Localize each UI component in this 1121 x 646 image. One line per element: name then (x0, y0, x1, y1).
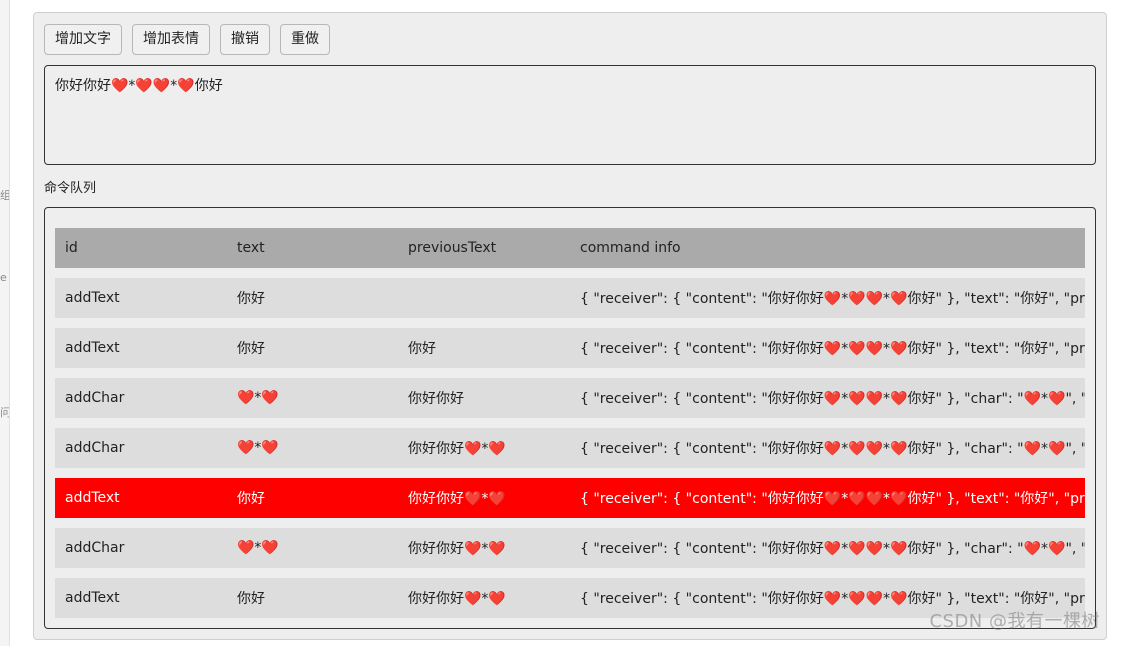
cell-text: 你好 (237, 341, 265, 357)
column-header-text: text (237, 240, 265, 256)
cell-command-info: { "receiver": { "content": "你好你好❤️*❤️❤️*… (580, 341, 1085, 357)
add-emoji-button[interactable]: 增加表情 (132, 24, 210, 55)
left-edge-strip: 组 e 问 (0, 0, 10, 646)
cell-command-info: { "receiver": { "content": "你好你好❤️*❤️❤️*… (580, 541, 1085, 557)
cell-text: 你好 (237, 491, 265, 507)
toolbar: 增加文字 增加表情 撤销 重做 (44, 24, 340, 55)
cell-previous-text: 你好你好❤️*❤️ (408, 441, 506, 457)
cell-text: ❤️*❤️ (237, 540, 279, 556)
content-editor[interactable]: 你好你好❤️*❤️❤️*❤️你好 (44, 65, 1096, 165)
cell-id: addText (65, 490, 120, 506)
table-row[interactable]: addText 你好 { "receiver": { "content": "你好你… (55, 278, 1085, 318)
cell-id: addChar (65, 390, 125, 406)
edge-glyph: 组 (0, 190, 9, 202)
command-queue-label: 命令队列 (44, 181, 97, 196)
watermark: CSDN @我有一棵树 (929, 611, 1100, 632)
cell-id: addText (65, 290, 120, 306)
cell-command-info: { "receiver": { "content": "你好你好❤️*❤️❤️*… (580, 491, 1085, 507)
redo-button[interactable]: 重做 (280, 24, 330, 55)
column-header-previous-text: previousText (408, 240, 497, 256)
cell-id: addText (65, 340, 120, 356)
cell-text: ❤️*❤️ (237, 440, 279, 456)
cell-previous-text: 你好你好 (408, 391, 464, 407)
cell-previous-text: 你好你好❤️*❤️ (408, 491, 506, 507)
column-header-id: id (65, 240, 78, 256)
edge-glyph: e (0, 272, 7, 284)
table-row[interactable]: addChar ❤️*❤️ 你好你好 { "receiver": { "content… (55, 378, 1085, 418)
command-demo-panel: 增加文字 增加表情 撤销 重做 你好你好❤️*❤️❤️*❤️你好 命令队列 id… (33, 12, 1107, 640)
table-row[interactable]: addChar ❤️*❤️ 你好你好❤️*❤️ { "receiver": { "co… (55, 428, 1085, 468)
add-text-button[interactable]: 增加文字 (44, 24, 122, 55)
cell-id: addText (65, 590, 120, 606)
command-queue-table[interactable]: id text previousText command info addTex… (44, 207, 1096, 629)
cell-command-info: { "receiver": { "content": "你好你好❤️*❤️❤️*… (580, 291, 1085, 307)
cell-previous-text: 你好你好❤️*❤️ (408, 591, 506, 607)
table-row-selected[interactable]: addText 你好 你好你好❤️*❤️ { "receiver": { "conte… (55, 478, 1085, 518)
undo-button[interactable]: 撤销 (220, 24, 270, 55)
table-header-row: id text previousText command info (55, 228, 1085, 268)
table-row[interactable]: addChar ❤️*❤️ 你好你好❤️*❤️ { "receiver": { "co… (55, 528, 1085, 568)
table-row[interactable]: addText 你好 你好 { "receiver": { "content": "你… (55, 328, 1085, 368)
cell-previous-text: 你好 (408, 341, 436, 357)
cell-command-info: { "receiver": { "content": "你好你好❤️*❤️❤️*… (580, 441, 1085, 457)
cell-id: addChar (65, 440, 125, 456)
edge-glyph: 问 (0, 407, 9, 419)
cell-text: 你好 (237, 291, 265, 307)
cell-previous-text: 你好你好❤️*❤️ (408, 541, 506, 557)
cell-command-info: { "receiver": { "content": "你好你好❤️*❤️❤️*… (580, 391, 1085, 407)
cell-text: 你好 (237, 591, 265, 607)
cell-command-info: { "receiver": { "content": "你好你好❤️*❤️❤️*… (580, 591, 1085, 607)
cell-id: addChar (65, 540, 125, 556)
column-header-command-info: command info (580, 240, 681, 256)
command-queue-rows: id text previousText command info addTex… (55, 228, 1085, 628)
cell-text: ❤️*❤️ (237, 390, 279, 406)
